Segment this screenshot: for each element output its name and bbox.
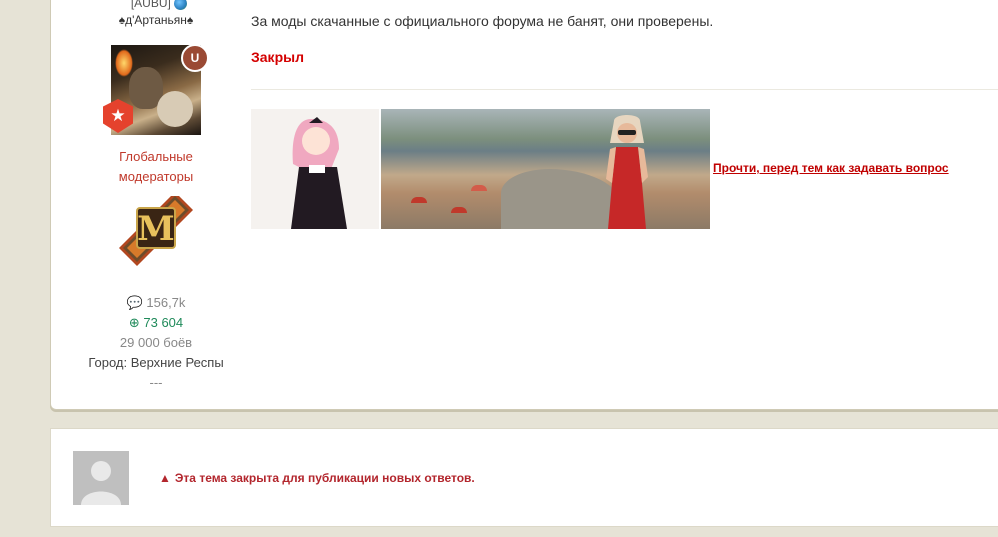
topic-locked-message: ▲ Эта тема закрыта для публикации новых о… (159, 471, 475, 485)
group-line-1: Глобальные (119, 149, 193, 164)
author-stats: 💬 156,7k ⊕ 73 604 29 000 боёв Город: Вер… (51, 293, 261, 393)
closed-label: Закрыл (251, 49, 304, 65)
post-content: За моды скачанные с официального форума … (251, 0, 998, 409)
forum-post: [AUBU] ♠д'Артаньян♠ U ★ Глобальные модер… (50, 0, 998, 410)
posts-count: 💬 156,7k (126, 295, 186, 310)
group-line-2: модераторы (118, 169, 194, 184)
author-extra: --- (149, 375, 163, 390)
reply-area: ▲ Эта тема закрыта для публикации новых о… (50, 428, 998, 527)
globe-icon (174, 0, 188, 10)
author-clan-tag: [AUBU] (119, 0, 199, 10)
post-text: За моды скачанные с официального форума … (251, 13, 714, 29)
signature-anime-image (251, 109, 379, 229)
rank-medal-icon: M (119, 196, 193, 266)
reputation-count: ⊕ 73 604 (128, 315, 184, 330)
clan-tag-text: [AUBU] (130, 0, 171, 10)
comment-icon: 💬 (126, 295, 143, 310)
moderator-badge-icon: U (181, 44, 209, 72)
warning-icon: ▲ (159, 471, 171, 485)
signature-divider (251, 89, 998, 90)
svg-text:M: M (137, 209, 175, 249)
plus-circle-icon: ⊕ (128, 315, 140, 330)
author-name[interactable]: ♠д'Артаньян♠ (51, 13, 261, 27)
topic-locked-text: Эта тема закрыта для публикации новых от… (174, 471, 475, 485)
signature-banner-image (381, 109, 710, 229)
author-city: Город: Верхние Респы (88, 355, 224, 370)
read-before-asking-link[interactable]: Прочти, перед тем как задавать вопрос (713, 161, 949, 175)
author-group: Глобальные модераторы (51, 147, 261, 187)
battles-count: 29 000 боёв (119, 335, 193, 350)
user-avatar-placeholder (73, 451, 129, 505)
author-panel: [AUBU] ♠д'Артаньян♠ U ★ Глобальные модер… (51, 0, 256, 409)
